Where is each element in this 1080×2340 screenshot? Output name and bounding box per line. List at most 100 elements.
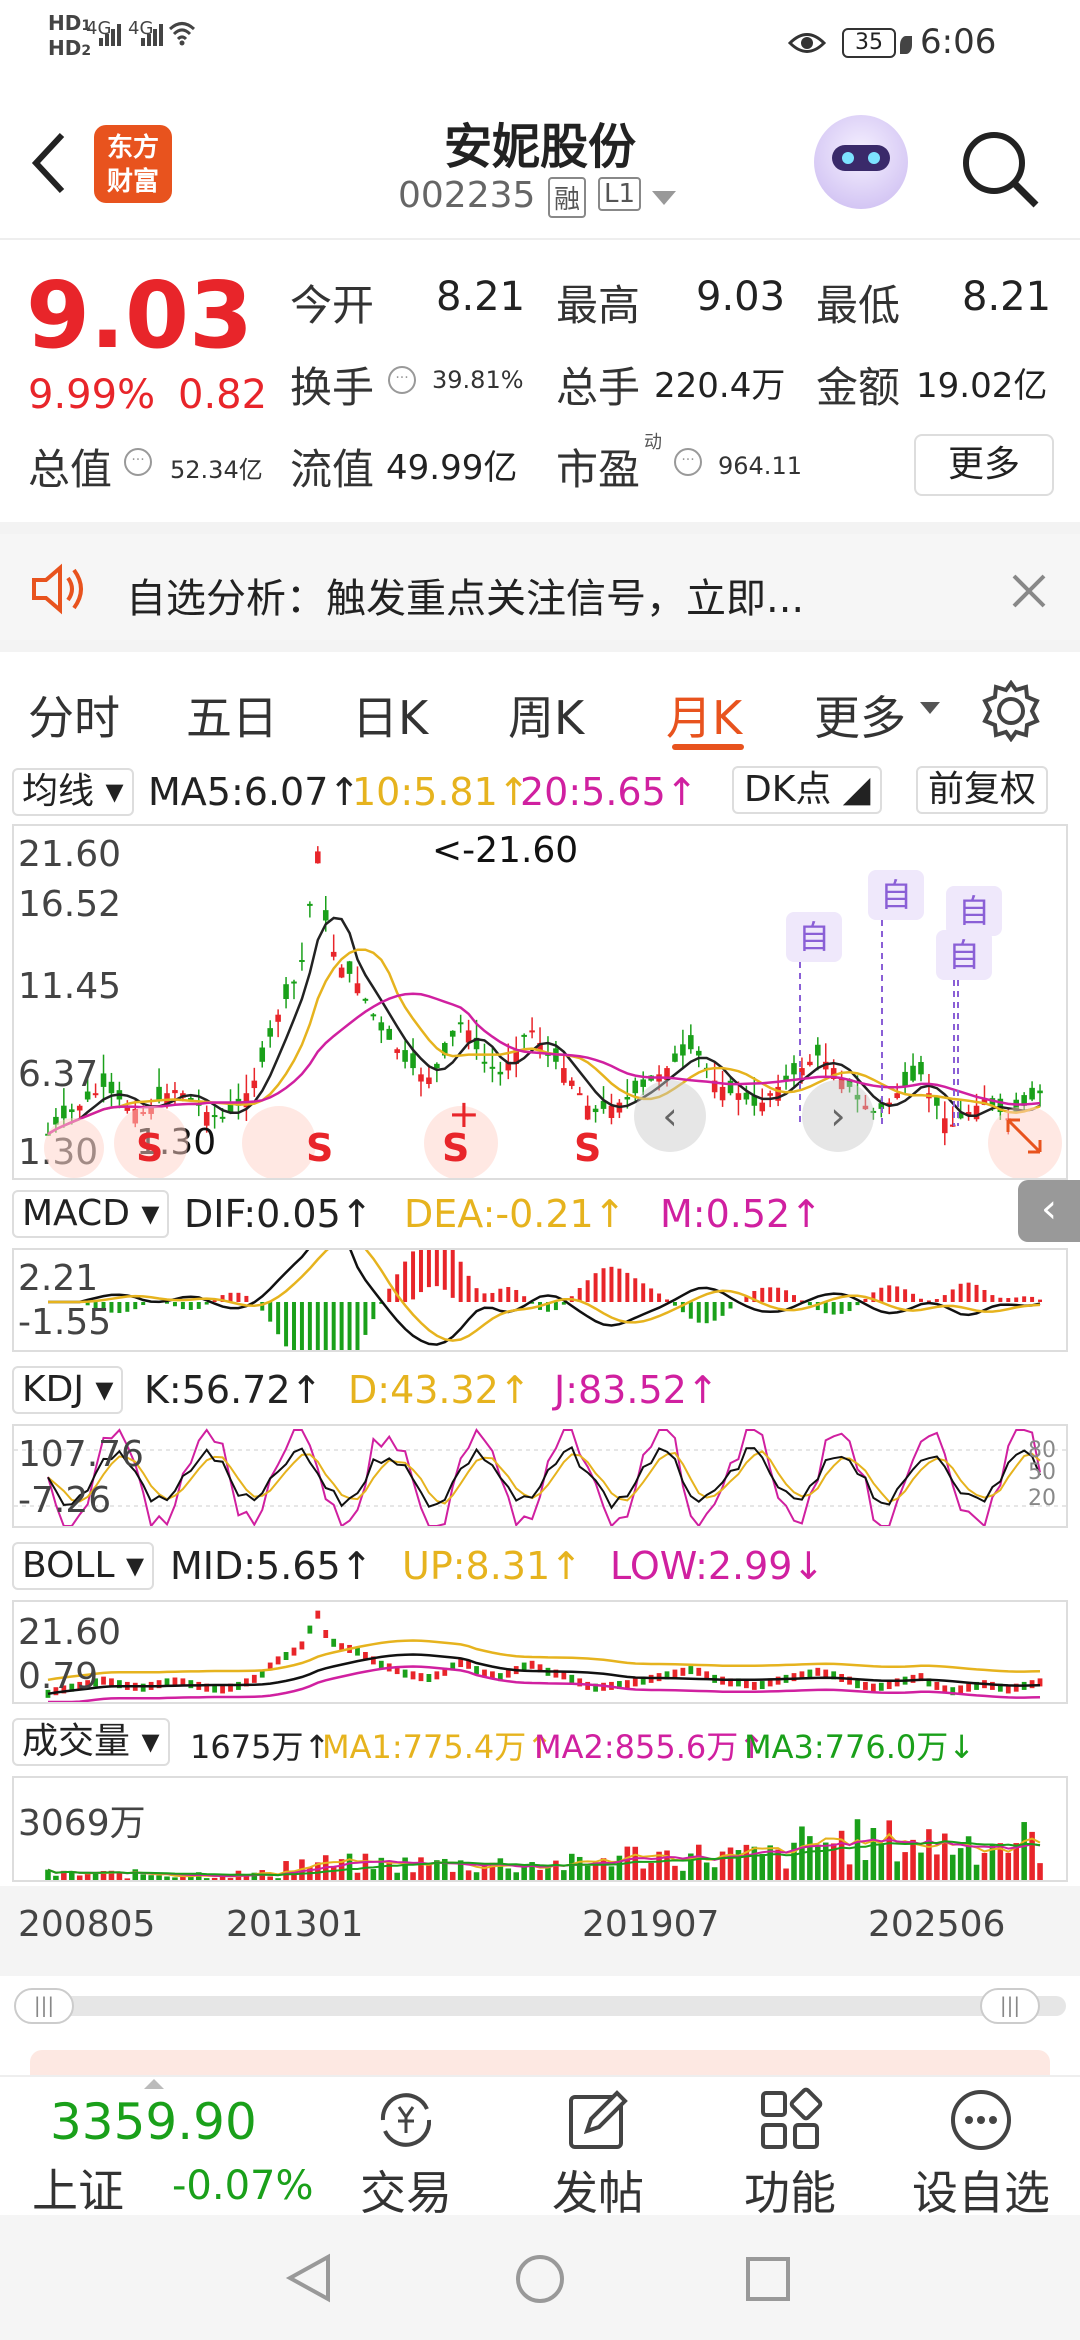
boll-y-label: 21.60: [18, 1612, 122, 1653]
candle-body: [449, 1030, 456, 1037]
status-bar: HD1 HD2 4G 4G 35 6:06: [0, 0, 1080, 95]
volume-bar: [84, 1873, 91, 1880]
candle-body: [315, 851, 321, 864]
boll-candle: [402, 1669, 408, 1678]
macd-chart[interactable]: 2.21 -1.55: [12, 1248, 1068, 1352]
volume-bar: [1021, 1822, 1027, 1880]
volume-canvas: [45, 1819, 1043, 1880]
boll-dropdown[interactable]: BOLL ▾: [12, 1542, 155, 1590]
watch-marker[interactable]: 自: [936, 930, 992, 980]
expand-icon[interactable]: [1004, 1116, 1044, 1156]
tab-five-day[interactable]: 五日: [186, 682, 278, 748]
info-icon[interactable]: ···: [674, 448, 702, 476]
macd-dropdown[interactable]: MACD ▾: [12, 1190, 170, 1238]
macd-bar: [1006, 1298, 1011, 1302]
sell-marker[interactable]: S: [306, 1126, 333, 1170]
banner-text: 自选分析：触发重点关注信号，立即...: [126, 576, 805, 622]
watch-marker[interactable]: 自: [868, 870, 924, 920]
info-icon[interactable]: ···: [124, 448, 152, 476]
candle-body: [354, 983, 361, 994]
macd-bar: [625, 1272, 630, 1302]
tab-monthly-k[interactable]: 月K: [666, 682, 742, 748]
trade-button[interactable]: 交易: [356, 2087, 456, 2223]
more-button[interactable]: 更多: [914, 434, 1054, 496]
range-handle-right[interactable]: |||: [980, 1988, 1040, 2024]
boll-chart[interactable]: 21.60 0.79: [12, 1600, 1068, 1704]
macd-bar: [998, 1297, 1003, 1302]
function-button[interactable]: 功能: [740, 2087, 840, 2223]
range-handle-left[interactable]: |||: [14, 1988, 74, 2024]
candle-body: [418, 1074, 424, 1082]
volume-bar: [902, 1852, 908, 1880]
ma-dropdown[interactable]: 均线 ▾: [12, 768, 134, 816]
scroll-right-button[interactable]: ›: [802, 1080, 874, 1152]
tab-intraday[interactable]: 分时: [28, 682, 120, 748]
candle-body: [267, 1028, 273, 1037]
watch-marker[interactable]: 自: [946, 886, 1002, 936]
macd-bar: [276, 1302, 281, 1335]
nav-home-icon[interactable]: [514, 2253, 566, 2305]
candle-body: [219, 1116, 226, 1119]
dropdown-arrow-icon[interactable]: [652, 191, 676, 207]
quote-panel: 9.03 9.99% 0.82 今开 8.21 最高 9.03 最低 8.21 …: [0, 242, 1080, 522]
tab-more[interactable]: 更多: [814, 682, 906, 748]
volume-bar: [521, 1866, 527, 1880]
search-icon[interactable]: [960, 129, 1042, 211]
macd-bar: [903, 1289, 908, 1302]
post-button[interactable]: 发帖: [548, 2087, 648, 2223]
x-axis: 200805 201301 201907 202506: [0, 1886, 1080, 1976]
kdj-dropdown[interactable]: KDJ ▾: [12, 1366, 124, 1414]
range-slider-track[interactable]: [16, 1996, 1066, 2016]
volume-bar: [410, 1872, 416, 1880]
boll-candle: [410, 1671, 416, 1680]
adjust-button[interactable]: 前复权: [916, 766, 1049, 814]
k-line: [47, 1445, 1041, 1510]
boll-candle: [323, 1630, 329, 1638]
chevron-up-icon[interactable]: [144, 2077, 164, 2089]
gear-icon[interactable]: [980, 680, 1042, 742]
candle-body: [561, 1068, 567, 1083]
nav-back-icon[interactable]: [284, 2253, 334, 2303]
macd-bar: [633, 1278, 638, 1302]
low-label: 最低: [816, 281, 901, 330]
boll-candle: [434, 1671, 440, 1680]
nav-recents-icon[interactable]: [744, 2255, 792, 2303]
volume-bar: [672, 1865, 678, 1880]
index-value[interactable]: 3359.90: [50, 2093, 257, 2151]
tab-daily-k[interactable]: 日K: [352, 682, 428, 748]
tab-weekly-k[interactable]: 周K: [508, 682, 584, 748]
dk-point-button[interactable]: DK点 ◢: [732, 766, 883, 814]
watch-marker[interactable]: 自: [786, 912, 842, 962]
volume-bar: [711, 1867, 718, 1880]
volume-bar: [640, 1868, 646, 1880]
boll-candle: [672, 1669, 678, 1678]
kline-chart[interactable]: 21.60 16.52 11.45 6.37 1.30 <-21.60 1.30…: [12, 824, 1068, 1180]
kdj-chart[interactable]: 107.76 -7.26 80 50 20: [12, 1424, 1068, 1528]
alert-banner[interactable]: 自选分析：触发重点关注信号，立即...: [0, 522, 1080, 640]
macd-bar: [141, 1302, 146, 1305]
volume-bar: [608, 1866, 615, 1880]
robot-avatar-icon[interactable]: [814, 115, 908, 209]
function-label: 功能: [744, 2166, 836, 2220]
sell-marker[interactable]: S: [136, 1126, 163, 1170]
wifi-icon: [168, 22, 196, 46]
scroll-left-button[interactable]: ‹: [634, 1080, 706, 1152]
ma5-label: MA5:6.07↑: [148, 770, 361, 814]
info-icon[interactable]: ···: [388, 366, 416, 394]
volume-dropdown[interactable]: 成交量 ▾: [12, 1718, 170, 1766]
sell-marker[interactable]: S: [574, 1126, 601, 1170]
signal-marker[interactable]: [242, 1106, 316, 1178]
candle-body: [434, 1063, 440, 1069]
macd-bar: [292, 1302, 296, 1350]
volume-bar: [426, 1864, 432, 1880]
index-name[interactable]: 上证: [32, 2155, 124, 2221]
peak-annotation: <-21.60: [432, 830, 579, 871]
macd-bar: [299, 1302, 304, 1350]
close-icon[interactable]: [1012, 574, 1046, 608]
volume-chart[interactable]: 3069万: [12, 1776, 1068, 1882]
boll-candle: [958, 1685, 964, 1694]
open-value: 8.21: [436, 274, 526, 320]
signal-marker[interactable]: [44, 1118, 104, 1178]
boll-candle: [815, 1667, 821, 1676]
add-watchlist-button[interactable]: 设自选: [906, 2087, 1056, 2223]
